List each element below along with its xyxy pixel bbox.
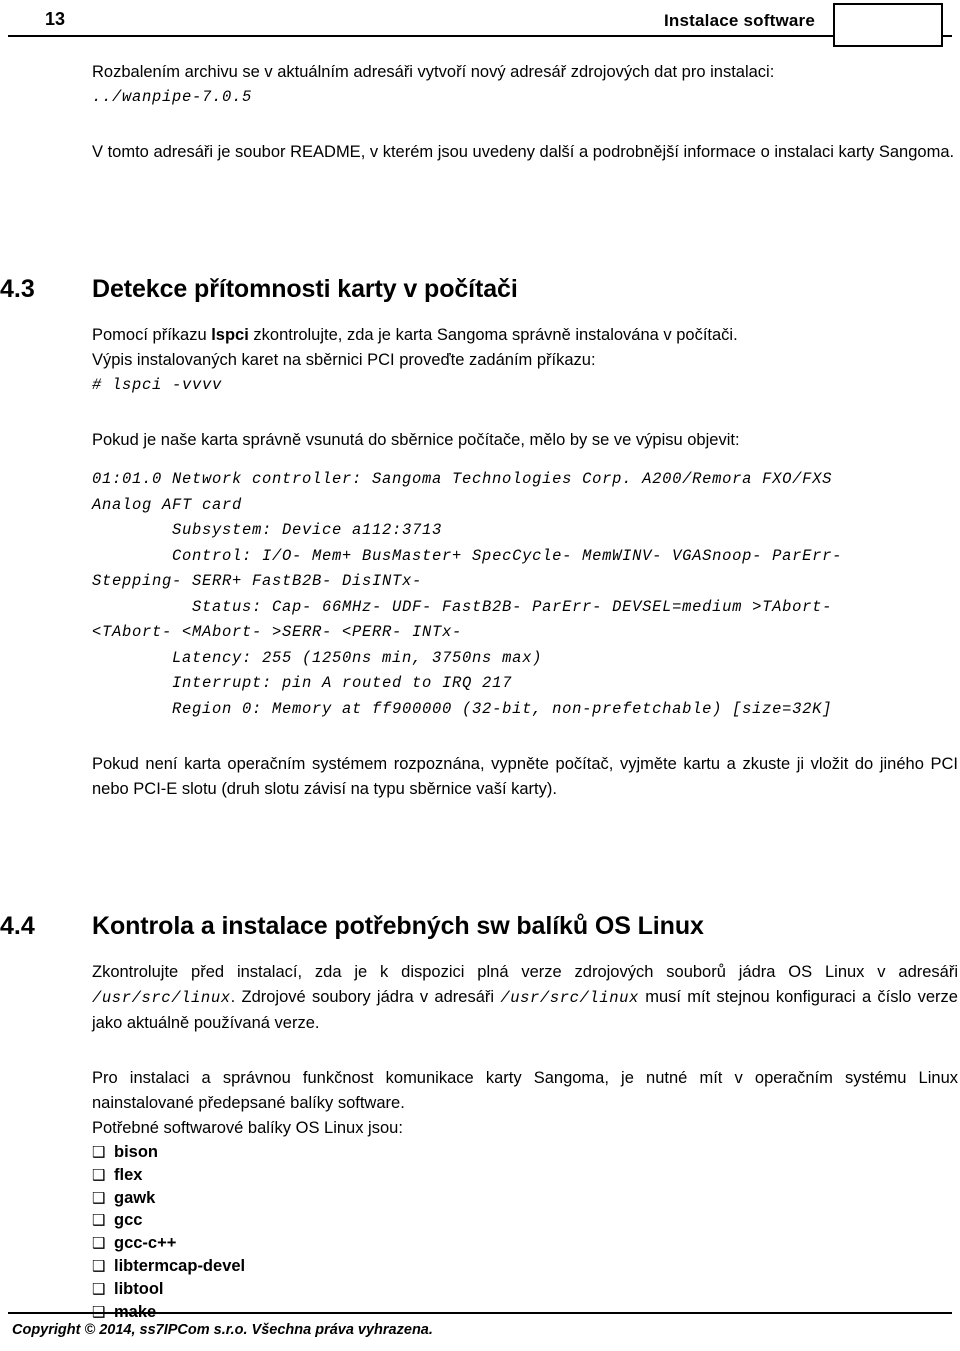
section-number-4-4: 4.4 <box>0 912 35 940</box>
list-item: ❑ flex <box>92 1164 960 1187</box>
page-number-box <box>833 3 943 47</box>
kernel-sources-paragraph: Zkontrolujte před instalací, zda je k di… <box>92 960 958 1036</box>
package-name: gcc <box>114 1211 143 1230</box>
packages-label: Potřebné softwarové balíky OS Linux jsou… <box>92 1119 403 1137</box>
lspci-intro-paragraph: Pomocí příkazu lspci zkontrolujte, zda j… <box>92 323 958 373</box>
lspci-command-name: lspci <box>211 326 249 344</box>
readme-paragraph: V tomto adresáři je soubor README, v kte… <box>92 143 955 161</box>
checkbox-bullet-icon: ❑ <box>92 1143 106 1161</box>
kernel-text-a: Zkontrolujte před instalací, zda je k di… <box>92 963 958 981</box>
page-footer: Copyright © 2014, ss7IPCom s.r.o. Všechn… <box>0 1301 960 1351</box>
card-not-detected-paragraph: Pokud není karta operačním systémem rozp… <box>92 755 958 798</box>
section-number-4-3: 4.3 <box>0 275 35 303</box>
lspci-intro-b: zkontrolujte, zda je karta Sangoma správ… <box>248 326 738 344</box>
list-item: ❑ gawk <box>92 1187 960 1210</box>
checkbox-bullet-icon: ❑ <box>92 1211 106 1230</box>
footer-divider <box>8 1312 952 1314</box>
kernel-text-b: . Zdrojové soubory jádra v adresáři <box>230 988 501 1006</box>
kernel-path-1: /usr/src/linux <box>92 989 231 1007</box>
package-list: ❑ bison ❑ flex ❑ gawk ❑ gcc ❑ gcc-c++ ❑ libter… <box>92 1141 960 1323</box>
kernel-path-2: /usr/src/linux <box>500 989 639 1007</box>
section-title-4-4: Kontrola a instalace potřebných sw balík… <box>92 912 704 940</box>
section-heading-4-4: 4.4 Kontrola a instalace potřebných sw b… <box>0 912 960 946</box>
packages-intro-paragraph: Pro instalaci a správnou funkčnost komun… <box>92 1069 958 1112</box>
package-name: gcc-c++ <box>114 1234 177 1253</box>
section-heading-4-3: 4.3 Detekce přítomnosti karty v počítači <box>0 275 960 309</box>
expected-output-paragraph: Pokud je naše karta správně vsunutá do s… <box>92 431 740 449</box>
list-item: ❑ libtermcap-devel <box>92 1255 960 1278</box>
lspci-intro-line2: Výpis instalovaných karet na sběrnici PC… <box>92 351 596 369</box>
package-name: gawk <box>114 1188 156 1207</box>
lspci-command-line: # lspci -vvvv <box>92 376 223 394</box>
package-name: libtool <box>114 1279 164 1298</box>
list-item: ❑ bison <box>92 1141 960 1164</box>
list-item: ❑ gcc <box>92 1209 960 1232</box>
page-content: Rozbalením archivu se v aktuálním adresá… <box>0 60 960 1323</box>
lspci-output-block: 01:01.0 Network controller: Sangoma Tech… <box>92 470 843 718</box>
package-name: bison <box>114 1143 158 1161</box>
package-name: libtermcap-devel <box>114 1256 246 1275</box>
section-title-4-3: Detekce přítomnosti karty v počítači <box>92 275 518 303</box>
checkbox-bullet-icon: ❑ <box>92 1188 106 1207</box>
header-title: Instalace software <box>664 11 815 30</box>
copyright-notice: Copyright © 2014, ss7IPCom s.r.o. Všechn… <box>12 1322 433 1338</box>
checkbox-bullet-icon: ❑ <box>92 1256 106 1275</box>
unpack-paragraph: Rozbalením archivu se v aktuálním adresá… <box>92 63 775 81</box>
list-item: ❑ libtool <box>92 1278 960 1301</box>
list-item: ❑ gcc-c++ <box>92 1232 960 1255</box>
checkbox-bullet-icon: ❑ <box>92 1234 106 1253</box>
page-header: Instalace software 13 <box>0 0 960 52</box>
unpack-path: ../wanpipe-7.0.5 <box>92 88 253 106</box>
checkbox-bullet-icon: ❑ <box>92 1279 106 1298</box>
header-divider <box>8 35 952 37</box>
checkbox-bullet-icon: ❑ <box>92 1165 106 1184</box>
page-number: 13 <box>44 9 66 29</box>
lspci-intro-a: Pomocí příkazu <box>92 326 212 344</box>
package-name: flex <box>114 1165 143 1184</box>
